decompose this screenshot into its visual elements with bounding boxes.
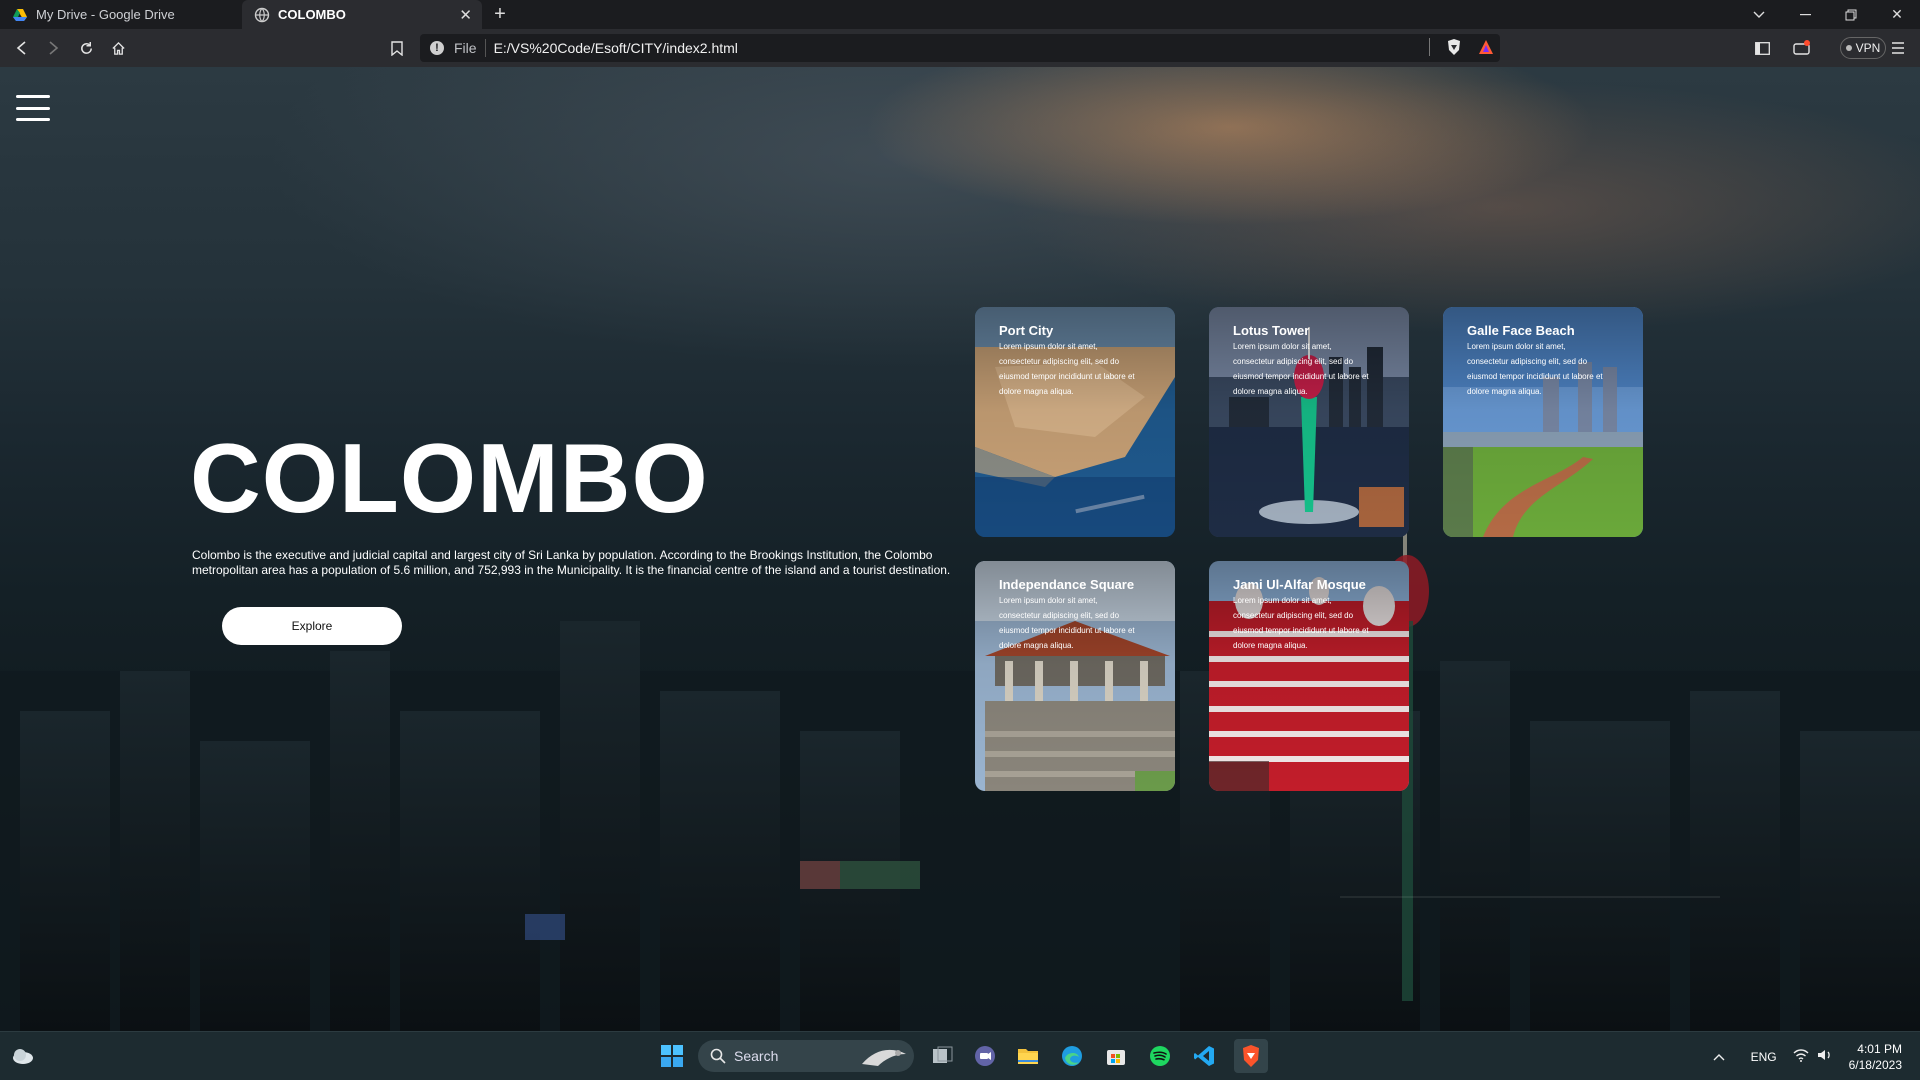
card-lotus-tower[interactable]: Lotus Tower Lorem ipsum dolor sit amet, … <box>1209 307 1409 537</box>
show-hidden-icons-chevron-icon[interactable] <box>1713 1050 1725 1064</box>
task-view-icon[interactable] <box>931 1044 955 1068</box>
brave-shields-icon[interactable] <box>1446 38 1462 56</box>
close-window-icon[interactable]: ✕ <box>1874 0 1920 29</box>
tab-colombo[interactable]: COLOMBO ✕ <box>242 0 482 29</box>
close-tab-icon[interactable]: ✕ <box>459 6 472 24</box>
card-port-city[interactable]: Port City Lorem ipsum dolor sit amet, co… <box>975 307 1175 537</box>
taskbar-search[interactable]: Search <box>698 1040 914 1072</box>
window-controls: ✕ <box>1736 0 1920 29</box>
menu-icon[interactable] <box>1888 38 1908 58</box>
edge-browser-icon[interactable] <box>1060 1044 1084 1068</box>
brave-rewards-icon[interactable] <box>1478 39 1494 55</box>
vpn-status-dot <box>1845 45 1852 51</box>
explore-button[interactable]: Explore <box>222 607 402 645</box>
language-indicator[interactable]: ENG <box>1751 1050 1777 1064</box>
spotify-icon[interactable] <box>1148 1044 1172 1068</box>
card-title: Galle Face Beach <box>1467 323 1575 338</box>
address-bar-actions <box>1429 38 1494 56</box>
globe-icon <box>254 7 270 22</box>
url-separator <box>484 39 486 57</box>
minimize-icon[interactable] <box>1782 0 1828 29</box>
clock-date: 6/18/2023 <box>1848 1057 1902 1072</box>
card-title: Independance Square <box>999 577 1135 592</box>
search-highlight-bird-icon <box>862 1049 906 1066</box>
card-text: Lorem ipsum dolor sit amet, consectetur … <box>1233 342 1369 396</box>
tab-title: COLOMBO <box>278 7 346 22</box>
site-info-icon[interactable]: ! <box>430 41 444 55</box>
volume-icon[interactable] <box>1817 1048 1833 1065</box>
tab-title: My Drive - Google Drive <box>36 7 175 22</box>
wifi-icon[interactable] <box>1793 1048 1809 1065</box>
card-title: Jami Ul-Alfar Mosque <box>1233 577 1366 592</box>
reload-icon[interactable] <box>76 38 96 58</box>
page-title: COLOMBO <box>190 423 709 533</box>
vpn-button[interactable]: VPN <box>1840 37 1886 59</box>
new-tab-button[interactable]: + <box>482 0 518 29</box>
forward-icon[interactable] <box>43 38 63 58</box>
card-text: Lorem ipsum dolor sit amet, consectetur … <box>1233 596 1369 650</box>
city-description: Colombo is the executive and judicial ca… <box>192 548 951 577</box>
clock-time: 4:01 PM <box>1857 1041 1902 1056</box>
webpage: COLOMBO Colombo is the executive and jud… <box>0 67 1920 1031</box>
card-jami-ul-alfar-mosque[interactable]: Jami Ul-Alfar Mosque Lorem ipsum dolor s… <box>1209 561 1409 791</box>
bookmark-icon[interactable] <box>387 38 407 58</box>
weather-icon[interactable] <box>10 1043 36 1069</box>
system-clock[interactable]: 4:01 PM 6/18/2023 <box>1849 1041 1902 1073</box>
microsoft-store-icon[interactable] <box>1104 1044 1128 1068</box>
card-text: Lorem ipsum dolor sit amet, consectetur … <box>999 596 1135 650</box>
card-title: Port City <box>999 323 1054 338</box>
url-text[interactable]: E:/VS%20Code/Esoft/CITY/index2.html <box>494 40 738 56</box>
browser-tab-bar: My Drive - Google Drive COLOMBO ✕ + ✕ <box>0 0 1920 29</box>
search-placeholder: Search <box>734 1048 779 1064</box>
url-scheme: File <box>454 40 477 56</box>
card-text: Lorem ipsum dolor sit amet, consectetur … <box>999 342 1135 396</box>
sidebar-icon[interactable] <box>1752 38 1772 58</box>
brave-browser-taskbar-icon[interactable] <box>1234 1039 1268 1073</box>
back-icon[interactable] <box>12 38 32 58</box>
windows-start-icon[interactable] <box>660 1044 684 1068</box>
wallet-icon[interactable] <box>1792 38 1812 58</box>
taskbar: Search ENG 4:01 PM 6/18/2023 <box>0 1031 1920 1080</box>
google-drive-icon <box>13 8 27 21</box>
search-icon <box>710 1048 726 1064</box>
restore-icon[interactable] <box>1828 0 1874 29</box>
divider <box>1429 38 1430 56</box>
file-explorer-icon[interactable] <box>1016 1044 1040 1068</box>
vscode-icon[interactable] <box>1192 1044 1216 1068</box>
card-independance-square[interactable]: Independance Square Lorem ipsum dolor si… <box>975 561 1175 791</box>
hamburger-menu-icon[interactable] <box>16 95 50 121</box>
address-bar[interactable]: ! File E:/VS%20Code/Esoft/CITY/index2.ht… <box>420 34 1500 62</box>
card-title: Lotus Tower <box>1233 323 1310 338</box>
browser-toolbar: ! File E:/VS%20Code/Esoft/CITY/index2.ht… <box>0 29 1920 67</box>
vpn-label: VPN <box>1855 41 1881 55</box>
card-galle-face-beach[interactable]: Galle Face Beach Lorem ipsum dolor sit a… <box>1443 307 1643 537</box>
home-icon[interactable] <box>108 38 128 58</box>
tab-google-drive[interactable]: My Drive - Google Drive <box>0 0 242 29</box>
system-tray: ENG 4:01 PM 6/18/2023 <box>1713 1032 1920 1080</box>
card-text: Lorem ipsum dolor sit amet, consectetur … <box>1467 342 1603 396</box>
teams-chat-icon[interactable] <box>973 1044 997 1068</box>
tab-search-chevron-icon[interactable] <box>1736 0 1782 29</box>
